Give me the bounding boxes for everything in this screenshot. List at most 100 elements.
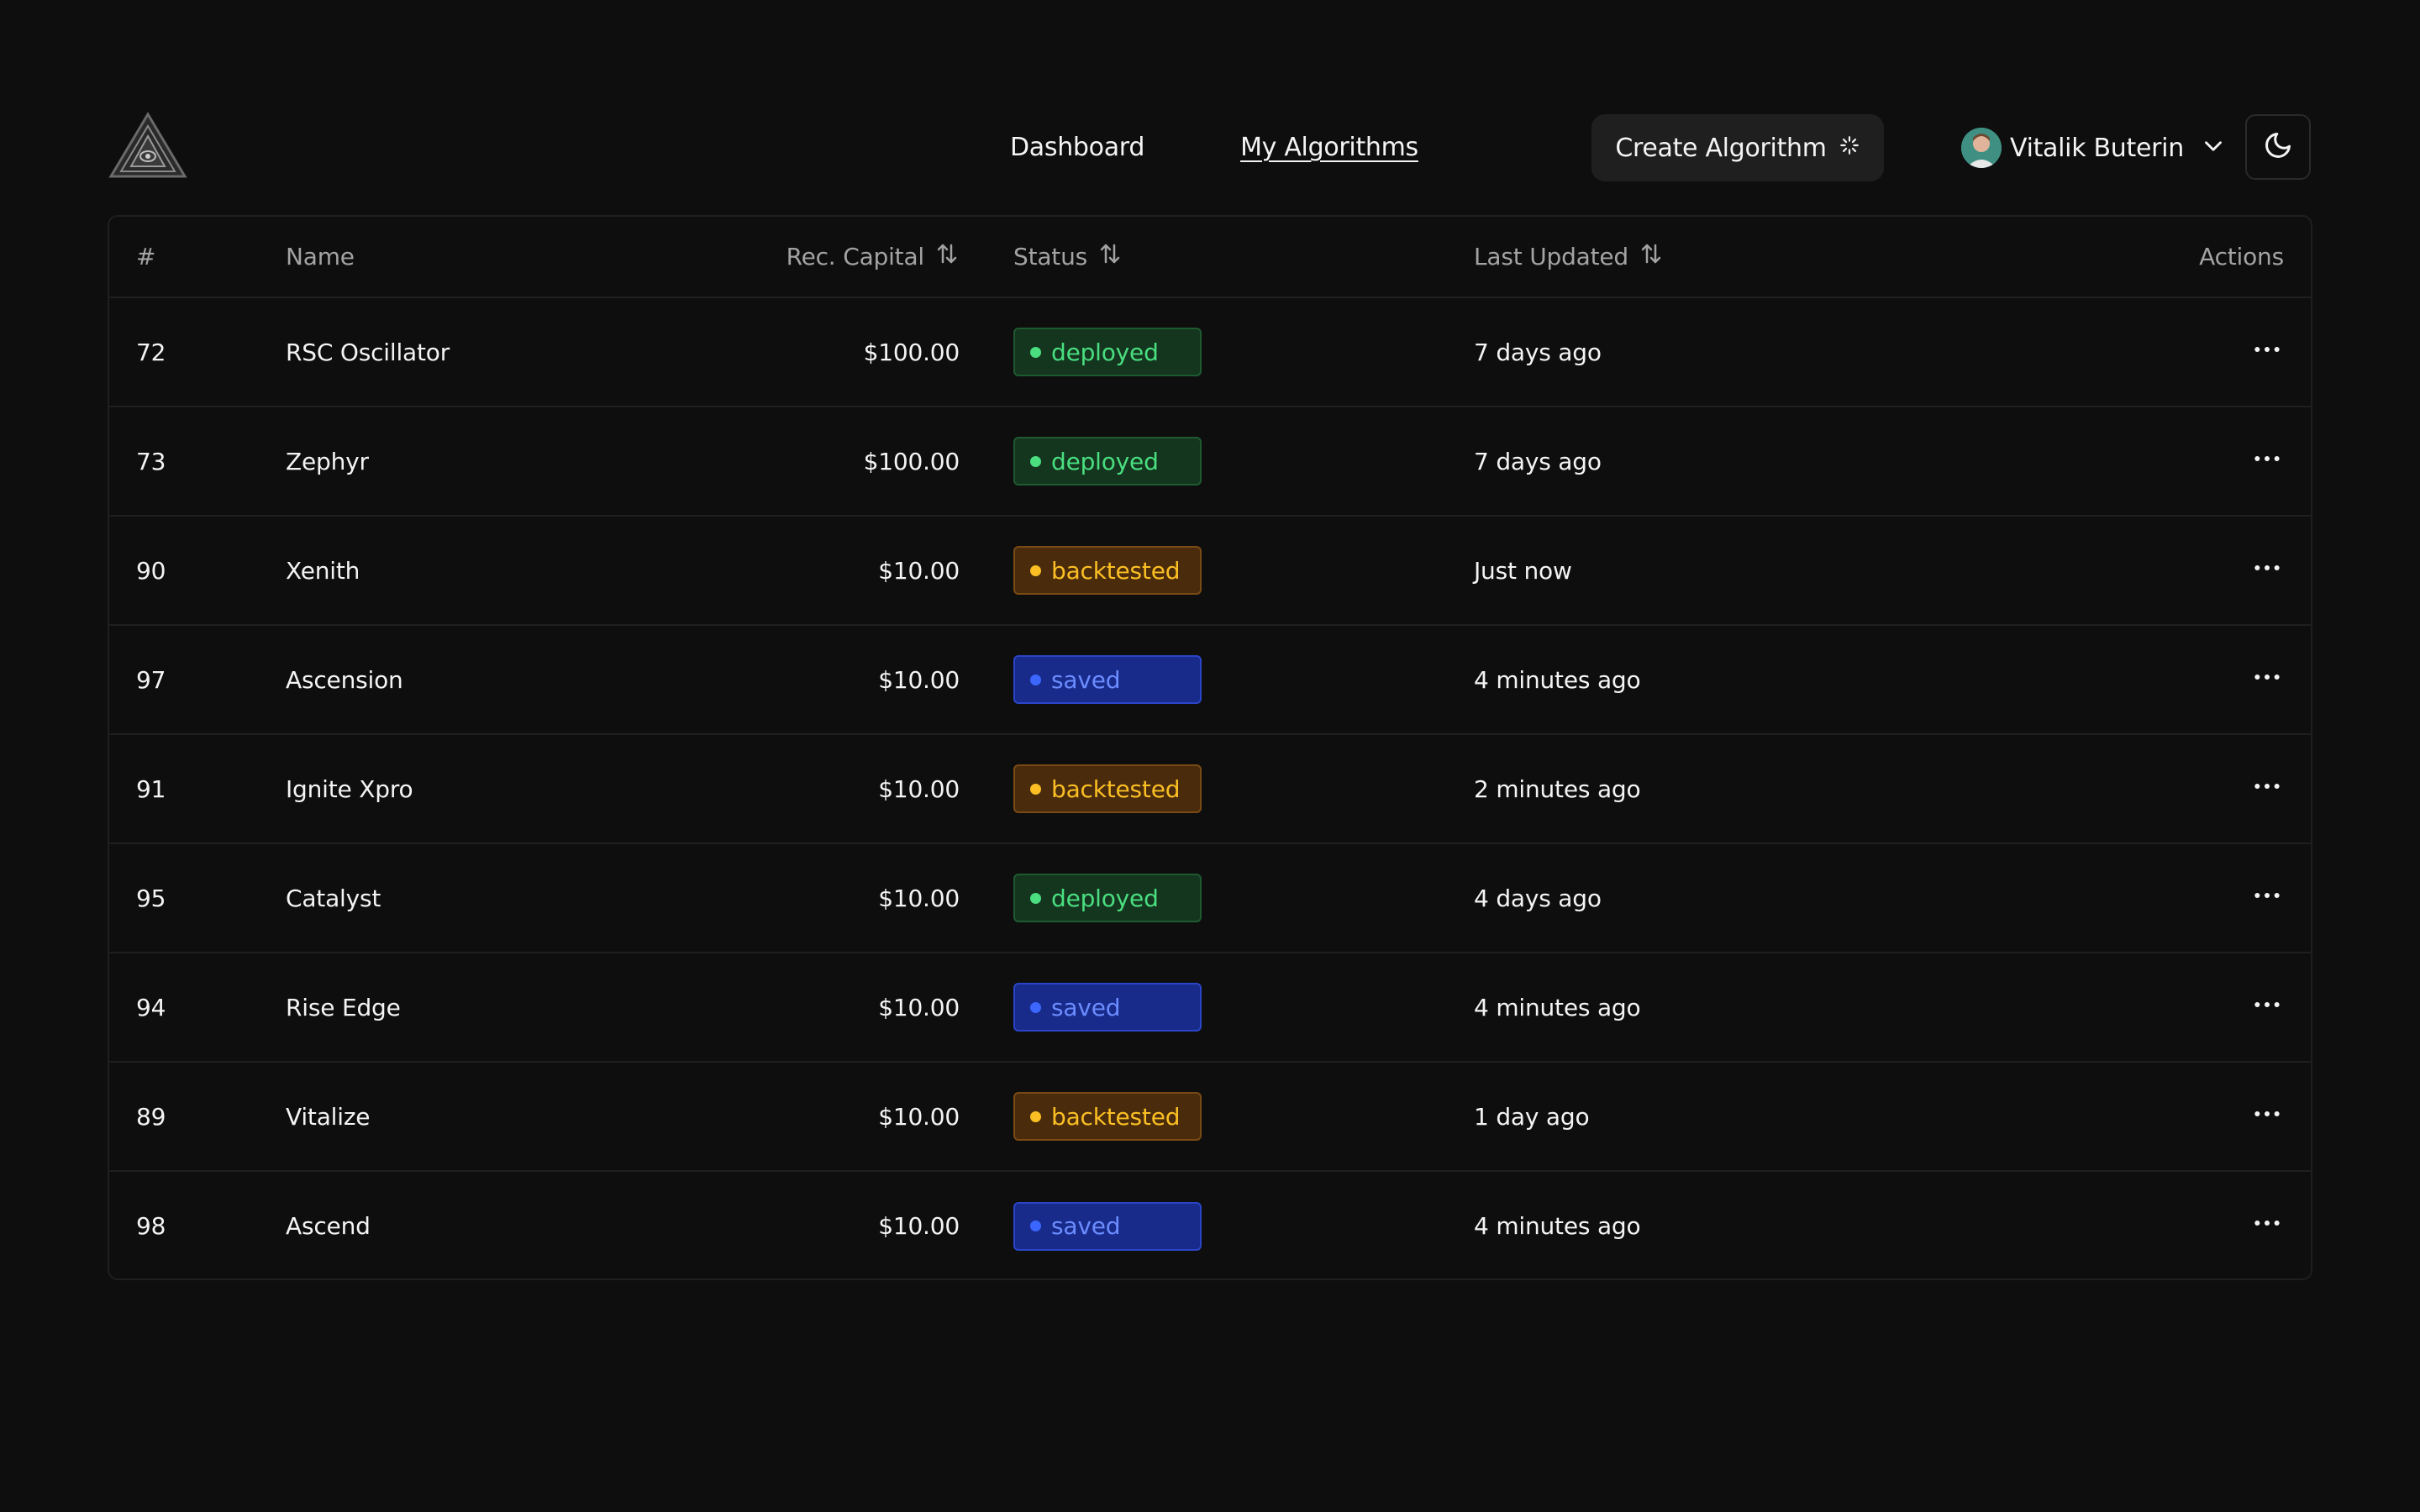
status-label: backtested — [1051, 1102, 1181, 1131]
cell-status: backtested — [1013, 516, 1474, 625]
header-capital[interactable]: Rec. Capital — [689, 217, 960, 297]
cell-updated: 7 days ago — [1474, 447, 1602, 475]
status-label: saved — [1051, 1212, 1121, 1240]
chevron-down-icon — [2192, 132, 2228, 164]
status-dot — [1030, 1221, 1041, 1231]
cell-name: Rise Edge — [286, 993, 401, 1021]
sort-icon — [1639, 241, 1664, 272]
status-dot — [1030, 892, 1041, 904]
more-options-icon[interactable] — [2250, 879, 2284, 912]
cell-gap — [960, 953, 1013, 1062]
status-dot — [1030, 564, 1041, 576]
more-options-icon[interactable] — [2250, 1097, 2284, 1131]
cell-name: Vitalize — [286, 1102, 371, 1131]
header-name: Name — [286, 243, 355, 270]
more-options-icon[interactable] — [2250, 660, 2284, 694]
table-row[interactable]: 91 Ignite Xpro $10.00 backtested 2 minut… — [109, 734, 2311, 843]
status-badge: deployed — [1013, 437, 1202, 486]
cell-gap — [960, 625, 1013, 734]
cell-status: backtested — [1013, 734, 1474, 843]
table-row[interactable]: 72 RSC Oscillator $100.00 deployed 7 day… — [109, 297, 2311, 407]
cell-status: deployed — [1013, 843, 1474, 953]
nav-my-algorithms[interactable]: My Algorithms — [1240, 133, 1418, 162]
status-dot — [1030, 1001, 1041, 1013]
cell-capital: $10.00 — [878, 665, 960, 694]
table-row[interactable]: 90 Xenith $10.00 backtested Just now — [109, 516, 2311, 625]
cell-actions — [1978, 297, 2311, 407]
cell-actions — [1978, 734, 2311, 843]
cell-actions — [1978, 843, 2311, 953]
table-body: 72 RSC Oscillator $100.00 deployed 7 day… — [109, 297, 2311, 1278]
cell-num: 72 — [136, 338, 166, 366]
cell-actions — [1978, 407, 2311, 516]
cell-actions — [1978, 953, 2311, 1062]
status-label: deployed — [1051, 338, 1159, 366]
status-dot — [1030, 1110, 1041, 1122]
status-badge: backtested — [1013, 546, 1202, 595]
table-row[interactable]: 73 Zephyr $100.00 deployed 7 days ago — [109, 407, 2311, 516]
sort-icon — [1097, 241, 1123, 272]
avatar — [1961, 128, 2002, 168]
cell-gap — [960, 734, 1013, 843]
table-row[interactable]: 97 Ascension $10.00 saved 4 minutes ago — [109, 625, 2311, 734]
more-options-icon[interactable] — [2250, 769, 2284, 803]
cell-gap — [960, 1171, 1013, 1278]
status-badge: deployed — [1013, 328, 1202, 376]
cell-actions — [1978, 516, 2311, 625]
cell-capital: $10.00 — [878, 1102, 960, 1131]
more-options-icon[interactable] — [2250, 442, 2284, 475]
cell-updated: 7 days ago — [1474, 338, 1602, 366]
more-options-icon[interactable] — [2250, 1206, 2284, 1240]
user-menu[interactable]: Vitalik Buterin — [1961, 114, 2228, 181]
cell-capital: $10.00 — [878, 556, 960, 585]
status-dot — [1030, 783, 1041, 795]
cell-updated: 2 minutes ago — [1474, 774, 1641, 803]
more-options-icon[interactable] — [2250, 333, 2284, 366]
cell-num: 98 — [136, 1212, 166, 1240]
header-capital-label: Rec. Capital — [786, 243, 925, 270]
status-label: backtested — [1051, 556, 1181, 585]
cell-actions — [1978, 1171, 2311, 1278]
theme-toggle-button[interactable] — [2245, 114, 2311, 180]
cell-status: deployed — [1013, 297, 1474, 407]
header-num: # — [136, 243, 156, 270]
cell-name: Ascension — [286, 665, 403, 694]
table-row[interactable]: 94 Rise Edge $10.00 saved 4 minutes ago — [109, 953, 2311, 1062]
cell-capital: $10.00 — [878, 993, 960, 1021]
table-row[interactable]: 95 Catalyst $10.00 deployed 4 days ago — [109, 843, 2311, 953]
table-row[interactable]: 89 Vitalize $10.00 backtested 1 day ago — [109, 1062, 2311, 1171]
header-status-label: Status — [1013, 243, 1088, 270]
cell-num: 94 — [136, 993, 166, 1021]
cell-capital: $100.00 — [863, 447, 960, 475]
status-badge: deployed — [1013, 874, 1202, 922]
cell-capital: $10.00 — [878, 884, 960, 912]
status-dot — [1030, 346, 1041, 358]
nav-dashboard[interactable]: Dashboard — [1010, 133, 1144, 162]
page: Dashboard My Algorithms Create Algorithm — [0, 0, 2420, 1512]
status-dot — [1030, 674, 1041, 685]
status-badge: saved — [1013, 983, 1202, 1032]
more-options-icon[interactable] — [2250, 551, 2284, 585]
create-algorithm-button[interactable]: Create Algorithm — [1591, 114, 1884, 181]
sparkle-icon — [1839, 134, 1860, 163]
cell-num: 97 — [136, 665, 166, 694]
header-status[interactable]: Status — [1013, 217, 1474, 297]
cell-updated: Just now — [1474, 556, 1572, 585]
cell-name: Zephyr — [286, 447, 369, 475]
cell-gap — [960, 843, 1013, 953]
status-dot — [1030, 455, 1041, 467]
cell-name: RSC Oscillator — [286, 338, 450, 366]
cell-gap — [960, 1062, 1013, 1171]
table-row[interactable]: 98 Ascend $10.00 saved 4 minutes ago — [109, 1171, 2311, 1278]
create-algorithm-label: Create Algorithm — [1615, 133, 1827, 163]
status-label: backtested — [1051, 774, 1181, 803]
more-options-icon[interactable] — [2250, 988, 2284, 1021]
cell-num: 90 — [136, 556, 166, 585]
cell-updated: 4 minutes ago — [1474, 665, 1641, 694]
status-badge: saved — [1013, 1201, 1202, 1251]
logo[interactable] — [108, 111, 188, 180]
main-nav: Dashboard My Algorithms — [1010, 113, 1418, 181]
header-updated[interactable]: Last Updated — [1474, 217, 1978, 297]
cell-updated: 4 minutes ago — [1474, 993, 1641, 1021]
cell-name: Xenith — [286, 556, 360, 585]
